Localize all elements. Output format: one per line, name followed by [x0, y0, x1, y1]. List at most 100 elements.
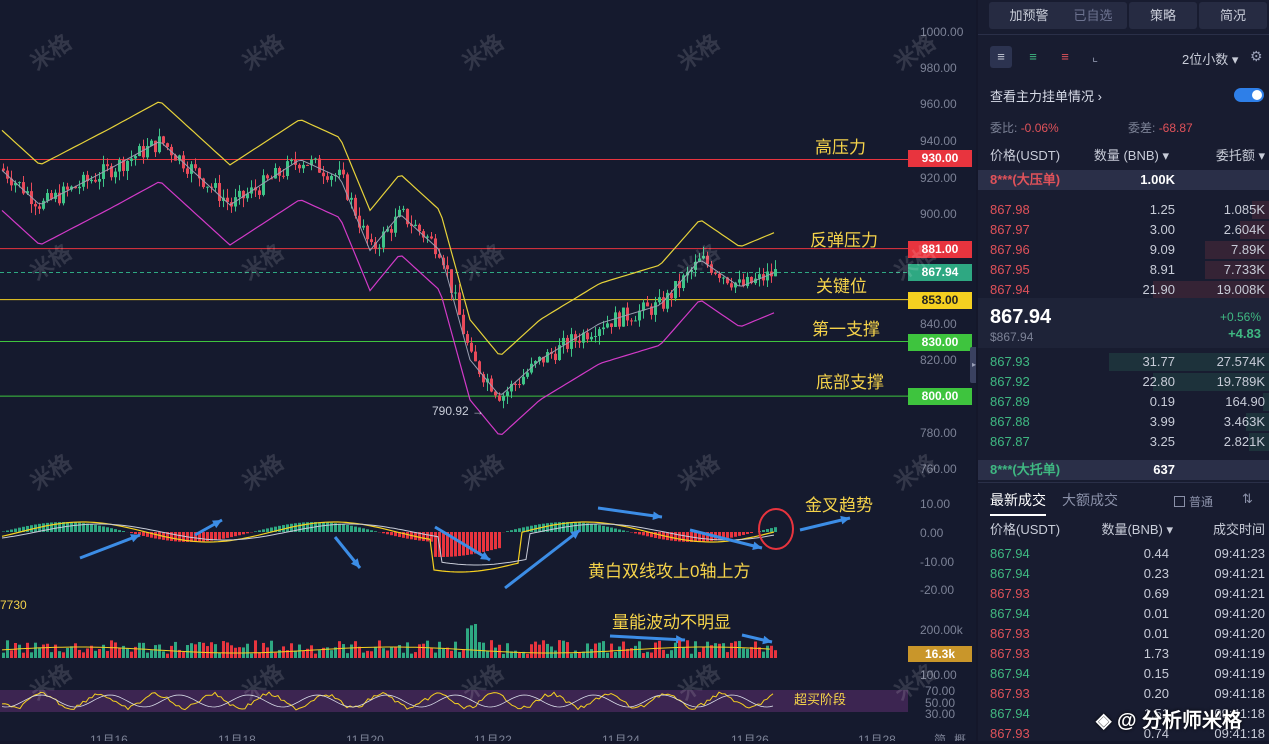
volume-bar	[742, 648, 745, 658]
strategy-button[interactable]: 策略	[1129, 2, 1197, 29]
trade-row: 867.94 0.15 09:41:19	[978, 664, 1269, 684]
trade-qty: 0.01	[1144, 604, 1169, 624]
candle-body	[378, 248, 381, 249]
volume-bar	[94, 651, 97, 658]
add-alert-button[interactable]: 加预警	[989, 2, 1069, 29]
added-watchlist-button[interactable]: 已自选	[1059, 2, 1127, 29]
volume-bar	[354, 641, 357, 658]
bid-qty: 0.19	[1150, 392, 1175, 412]
volume-bar	[142, 643, 145, 658]
volume-bar	[66, 648, 69, 658]
candle-body	[418, 225, 421, 231]
ask-amount: 7.89K	[1231, 240, 1265, 260]
depth-chart-icon[interactable]: ⌞	[1084, 46, 1106, 68]
volume-bar	[222, 641, 225, 658]
volume-bar	[586, 643, 589, 658]
candle-body	[730, 283, 733, 287]
bid-price: 867.88	[990, 412, 1030, 432]
bid-price: 867.89	[990, 392, 1030, 412]
macd-tick: -10.00	[920, 555, 954, 569]
tab-latest-trades[interactable]: 最新成交	[990, 490, 1046, 516]
book-both-icon[interactable]: ≡	[990, 46, 1012, 68]
big-bid-row[interactable]: 8***(大托单) 637	[978, 460, 1269, 480]
kline-chart[interactable]: 1000.00 980.00 960.00 940.00 920.00 900.…	[0, 0, 976, 741]
col-qty[interactable]: 数量 (BNB) ▾	[1094, 146, 1169, 166]
macd-bar	[454, 532, 457, 556]
volume-bar	[174, 642, 177, 658]
candle-body	[106, 164, 109, 166]
macd-bar	[514, 529, 517, 532]
candle-body	[646, 302, 649, 306]
book-bids-icon[interactable]: ≡	[1022, 46, 1044, 68]
main-orders-toggle-switch[interactable]	[1234, 88, 1264, 102]
macd-bar	[638, 532, 641, 534]
ask-qty: 21.90	[1142, 280, 1175, 300]
ask-row[interactable]: 867.94 21.90 19.008K	[978, 280, 1269, 300]
macd-bar	[266, 528, 269, 532]
volume-bar	[394, 647, 397, 658]
trade-sort-icon[interactable]: ⇅	[1242, 491, 1253, 507]
panel-collapse-handle[interactable]: ▸	[970, 347, 976, 383]
overview-button[interactable]: 简况	[1199, 2, 1267, 29]
trade-qty: 0.01	[1144, 624, 1169, 644]
volume-bar	[410, 654, 413, 658]
volume-bar	[194, 644, 197, 658]
macd-bar	[774, 527, 777, 532]
candle-body	[594, 336, 597, 337]
bid-row[interactable]: 867.93 31.77 27.574K	[978, 352, 1269, 372]
ask-row[interactable]: 867.95 8.91 7.733K	[978, 260, 1269, 280]
volume-bar	[606, 653, 609, 658]
bid-row[interactable]: 867.88 3.99 3.463K	[978, 412, 1269, 432]
macd-bar	[506, 531, 509, 532]
candle-body	[578, 341, 581, 343]
macd-bar	[230, 532, 233, 537]
ask-row[interactable]: 867.96 9.09 7.89K	[978, 240, 1269, 260]
trade-row: 867.93 0.69 09:41:21	[978, 584, 1269, 604]
volume-bar	[526, 654, 529, 658]
ask-row[interactable]: 867.98 1.25 1.085K	[978, 200, 1269, 220]
bid-row[interactable]: 867.92 22.80 19.789K	[978, 372, 1269, 392]
volume-bar	[470, 625, 473, 658]
decimal-select[interactable]: 2位小数 ▾	[1182, 49, 1238, 68]
tab-large-trades[interactable]: 大额成交	[1062, 490, 1118, 510]
trade-row: 867.94 0.23 09:41:21	[978, 564, 1269, 584]
candle-body	[466, 334, 469, 343]
volume-bar	[646, 652, 649, 658]
volume-bar	[438, 642, 441, 658]
volume-bar	[82, 652, 85, 658]
candle-body	[366, 226, 369, 239]
volume-bar	[170, 646, 173, 658]
col-trade-qty[interactable]: 数量(BNB) ▾	[1101, 520, 1173, 540]
bid-row[interactable]: 867.87 3.25 2.821K	[978, 432, 1269, 452]
normal-filter-checkbox[interactable]: 普通	[1174, 493, 1213, 510]
y-tick: 980.00	[920, 61, 957, 75]
macd-bar	[750, 532, 753, 533]
macd-bar	[442, 532, 445, 557]
date-label: 11月18	[218, 731, 256, 741]
macd-bar	[590, 524, 593, 532]
volume-bar	[494, 648, 497, 658]
candle-body	[34, 204, 37, 206]
big-ask-row[interactable]: 8***(大压单) 1.00K	[978, 170, 1269, 190]
candle-body	[514, 384, 517, 385]
macd-bar	[302, 522, 305, 532]
volume-bar	[110, 640, 113, 658]
ask-row[interactable]: 867.97 3.00 2.604K	[978, 220, 1269, 240]
volume-bar	[330, 650, 333, 658]
volume-bar	[294, 651, 297, 658]
volume-bar	[774, 650, 777, 658]
candle-body	[282, 176, 285, 177]
volume-bar	[302, 651, 305, 658]
col-amount[interactable]: 委托额 ▾	[1216, 146, 1265, 166]
volume-bar	[310, 645, 313, 658]
macd-bar	[354, 527, 357, 532]
candle-body	[526, 373, 529, 377]
book-asks-icon[interactable]: ≡	[1054, 46, 1076, 68]
main-orders-toggle-label[interactable]: 查看主力挂单情况 ›	[990, 86, 1102, 105]
volume-bar	[454, 642, 457, 658]
bid-row[interactable]: 867.89 0.19 164.90	[978, 392, 1269, 412]
macd-bar	[318, 522, 321, 532]
col-qty-label: 数量 (BNB)	[1094, 148, 1159, 163]
macd-bar	[350, 526, 353, 532]
settings-gear-icon[interactable]: ⚙	[1250, 48, 1263, 65]
